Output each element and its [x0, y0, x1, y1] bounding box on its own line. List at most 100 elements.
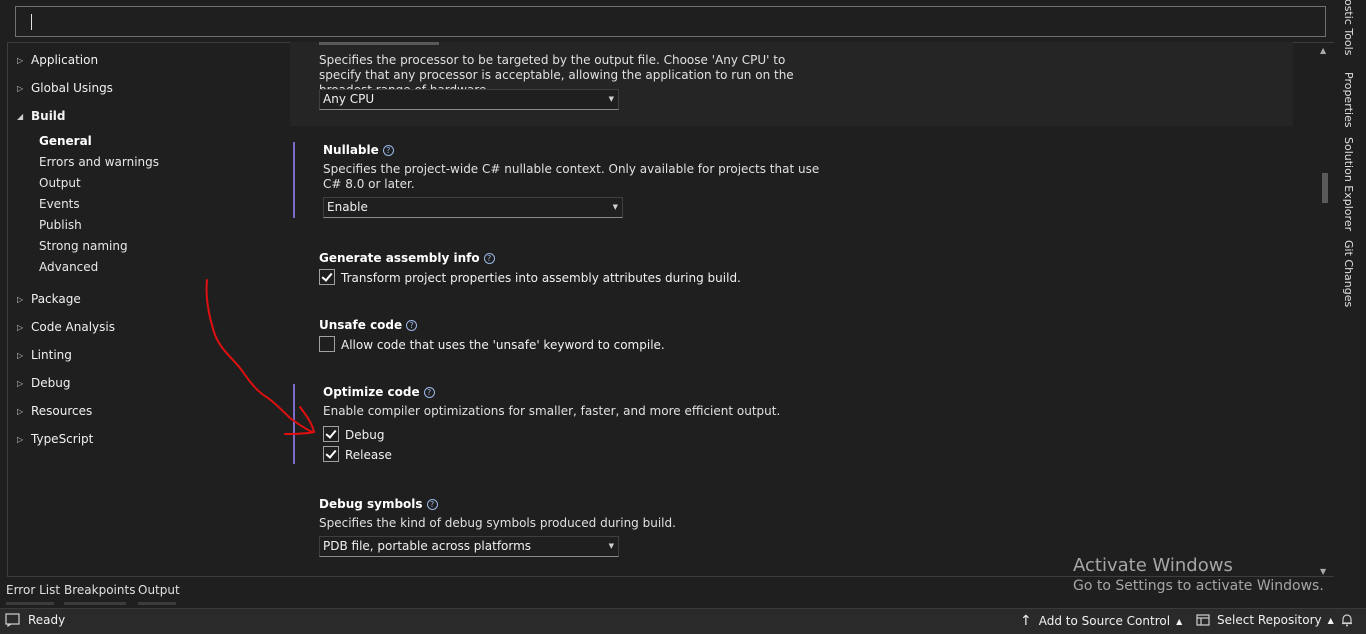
unsafe-code-title: Unsafe code? — [319, 318, 418, 332]
nav-group-label: Debug — [31, 376, 71, 390]
side-tab-properties[interactable]: Properties — [1342, 72, 1355, 128]
tab-underline — [138, 602, 176, 605]
unsafe-code-checkbox[interactable] — [319, 336, 335, 352]
text-caret — [31, 14, 32, 30]
select-repository-label: Select Repository — [1217, 613, 1322, 627]
nullable-dropdown[interactable]: Enable ▼ — [323, 197, 623, 218]
chevron-down-icon: ▼ — [608, 542, 614, 550]
modified-indicator-bar — [293, 384, 295, 464]
nav-group-application[interactable]: ▷ Application — [17, 51, 98, 69]
unsafe-code-label: Allow code that uses the 'unsafe' keywor… — [341, 338, 665, 352]
status-bar: Ready ↑ Add to Source Control ▲ Select R… — [0, 608, 1366, 634]
nav-group-resources[interactable]: ▷ Resources — [17, 402, 92, 420]
select-repository-button[interactable]: Select Repository ▲ — [1196, 613, 1334, 627]
repository-icon — [1196, 613, 1210, 626]
bell-icon — [1342, 614, 1352, 627]
nav-item-advanced[interactable]: Advanced — [39, 258, 98, 276]
nav-item-output[interactable]: Output — [39, 174, 81, 192]
help-icon[interactable]: ? — [406, 320, 418, 331]
notifications-button[interactable] — [1340, 613, 1354, 627]
help-icon[interactable]: ? — [382, 145, 394, 156]
nav-group-label: Build — [31, 109, 66, 123]
nav-group-typescript[interactable]: ▷ TypeScript — [17, 430, 93, 448]
side-tab-solution-explorer[interactable]: Solution Explorer — [1342, 137, 1355, 231]
section-title-text: Optimize code — [323, 385, 420, 399]
scroll-up-icon[interactable]: ▲ — [1320, 46, 1326, 55]
help-icon[interactable]: ? — [483, 253, 495, 264]
expand-triangle-icon: ▷ — [17, 294, 24, 304]
side-tab-diagnostic-tools[interactable]: nostic Tools — [1342, 0, 1355, 55]
optimize-release-label: Release — [345, 448, 392, 462]
nav-group-label: Global Usings — [31, 81, 113, 95]
nav-group-debug[interactable]: ▷ Debug — [17, 374, 70, 392]
expand-triangle-icon: ▷ — [17, 434, 24, 444]
nav-item-general[interactable]: General — [39, 132, 92, 150]
clipped-section-title — [319, 42, 439, 45]
scrollbar-thumb[interactable] — [1322, 173, 1328, 203]
arrow-up-icon: ↑ — [1020, 613, 1032, 629]
tab-error-list[interactable]: Error List — [6, 583, 60, 597]
nav-group-label: Code Analysis — [31, 320, 115, 334]
tab-output[interactable]: Output — [138, 583, 180, 597]
nav-group-label: Application — [31, 53, 99, 67]
platform-target-dropdown[interactable]: Any CPU ▼ — [319, 89, 619, 110]
add-to-source-control-button[interactable]: ↑ Add to Source Control ▲ — [1020, 613, 1182, 629]
help-icon[interactable]: ? — [426, 499, 438, 510]
nav-group-label: Linting — [31, 348, 72, 362]
expand-triangle-icon: ▷ — [17, 322, 24, 332]
nav-group-global-usings[interactable]: ▷ Global Usings — [17, 79, 113, 97]
caret-up-icon: ▲ — [1176, 616, 1183, 626]
settings-content: Specifies the processor to be targeted b… — [290, 42, 1320, 577]
optimize-code-description: Enable compiler optimizations for smalle… — [323, 404, 781, 418]
chevron-down-icon: ▼ — [608, 95, 614, 103]
search-input[interactable] — [15, 6, 1326, 37]
nav-group-label: Resources — [31, 404, 93, 418]
optimize-release-checkbox[interactable] — [323, 446, 339, 462]
dropdown-value: Any CPU — [323, 92, 375, 106]
optimize-code-title: Optimize code? — [323, 385, 435, 399]
expand-triangle-icon: ▷ — [17, 55, 24, 65]
output-window-icon — [5, 613, 20, 627]
nav-item-events[interactable]: Events — [39, 195, 80, 213]
dropdown-value: Enable — [327, 200, 368, 214]
tab-underline — [64, 602, 126, 605]
nav-group-build[interactable]: ◢ Build — [17, 107, 66, 125]
watermark-subtitle: Go to Settings to activate Windows. — [1073, 578, 1324, 594]
nav-group-linting[interactable]: ▷ Linting — [17, 346, 72, 364]
dropdown-value: PDB file, portable across platforms — [323, 539, 532, 553]
debug-symbols-dropdown[interactable]: PDB file, portable across platforms ▼ — [319, 536, 619, 557]
help-icon[interactable]: ? — [423, 387, 435, 398]
content-scrollbar[interactable]: ▲ ▼ — [1318, 46, 1330, 576]
tab-underline — [6, 602, 54, 605]
expand-triangle-icon: ▷ — [17, 350, 24, 360]
nullable-title: Nullable? — [323, 143, 394, 157]
nav-group-label: Package — [31, 292, 81, 306]
nav-group-code-analysis[interactable]: ▷ Code Analysis — [17, 318, 115, 336]
modified-indicator-bar — [293, 142, 295, 218]
section-title-text: Debug symbols — [319, 497, 423, 511]
collapse-triangle-icon: ◢ — [17, 111, 24, 121]
nav-group-package[interactable]: ▷ Package — [17, 290, 81, 308]
tool-window-tabs: nostic Tools Properties Solution Explore… — [1337, 0, 1366, 580]
side-tab-git-changes[interactable]: Git Changes — [1342, 240, 1355, 307]
add-to-source-control-label: Add to Source Control — [1038, 614, 1171, 628]
section-title-text: Unsafe code — [319, 318, 403, 332]
nav-group-label: TypeScript — [31, 432, 94, 446]
generate-assembly-info-title: Generate assembly info? — [319, 251, 495, 265]
caret-up-icon: ▲ — [1327, 615, 1334, 625]
watermark-title: Activate Windows — [1073, 555, 1233, 576]
nav-item-strong-naming[interactable]: Strong naming — [39, 237, 128, 255]
tab-breakpoints[interactable]: Breakpoints — [64, 583, 135, 597]
nav-item-publish[interactable]: Publish — [39, 216, 82, 234]
debug-symbols-description: Specifies the kind of debug symbols prod… — [319, 516, 676, 530]
nullable-description: Specifies the project-wide C# nullable c… — [323, 162, 820, 191]
optimize-debug-checkbox[interactable] — [323, 426, 339, 442]
nav-item-errors-and-warnings[interactable]: Errors and warnings — [39, 153, 159, 171]
section-title-text: Nullable — [323, 143, 379, 157]
platform-target-section: Specifies the processor to be targeted b… — [290, 42, 1293, 126]
expand-triangle-icon: ▷ — [17, 406, 24, 416]
generate-assembly-info-checkbox[interactable] — [319, 269, 335, 285]
generate-assembly-info-label: Transform project properties into assemb… — [341, 271, 741, 285]
activation-watermark: Activate Windows Go to Settings to activ… — [1073, 555, 1324, 594]
expand-triangle-icon: ▷ — [17, 378, 24, 388]
